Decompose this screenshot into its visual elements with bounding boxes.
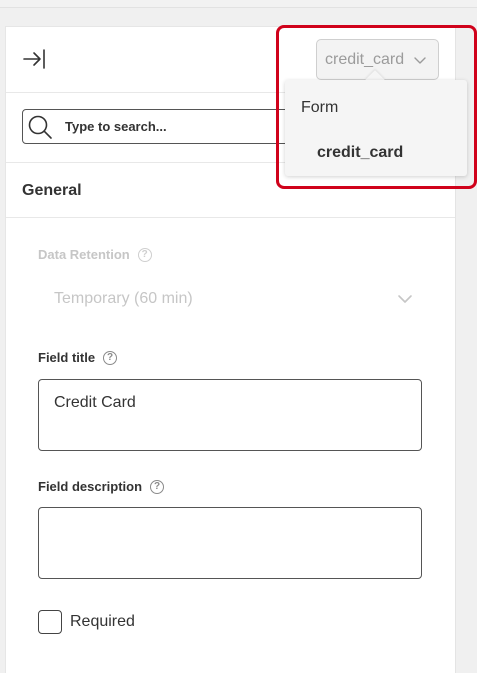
field-title-label-text: Field title	[38, 350, 96, 365]
field-description-input[interactable]	[38, 507, 422, 579]
required-label: Required	[70, 613, 135, 630]
context-dropdown-menu: Form credit_card	[285, 80, 467, 176]
dropdown-group-header: Form	[301, 99, 339, 116]
field-title-input[interactable]: Credit Card	[38, 379, 422, 451]
data-retention-select: Temporary (60 min)	[54, 290, 414, 308]
field-description-label-text: Field description	[38, 479, 143, 494]
context-select-value: credit_card	[325, 50, 405, 68]
dropdown-item-credit-card[interactable]: credit_card	[285, 134, 467, 172]
required-checkbox-row[interactable]: Required	[38, 610, 135, 634]
chevron-down-icon	[398, 295, 412, 303]
help-icon[interactable]: ?	[103, 350, 118, 365]
collapse-panel-icon[interactable]	[22, 47, 46, 71]
data-retention-label-text: Data Retention	[38, 247, 130, 262]
required-checkbox[interactable]	[38, 610, 62, 634]
data-retention-label: Data Retention ?	[38, 247, 152, 262]
field-title-label: Field title ?	[38, 350, 118, 365]
data-retention-value: Temporary (60 min)	[54, 290, 193, 307]
search-input[interactable]	[65, 119, 265, 134]
top-strip	[0, 0, 477, 8]
section-title: General	[22, 182, 82, 199]
field-description-label: Field description ?	[38, 479, 165, 494]
help-icon[interactable]: ?	[137, 247, 152, 262]
search-icon	[28, 115, 52, 139]
help-icon[interactable]: ?	[150, 479, 165, 494]
search-box[interactable]	[22, 109, 302, 144]
chevron-down-icon	[414, 56, 426, 64]
